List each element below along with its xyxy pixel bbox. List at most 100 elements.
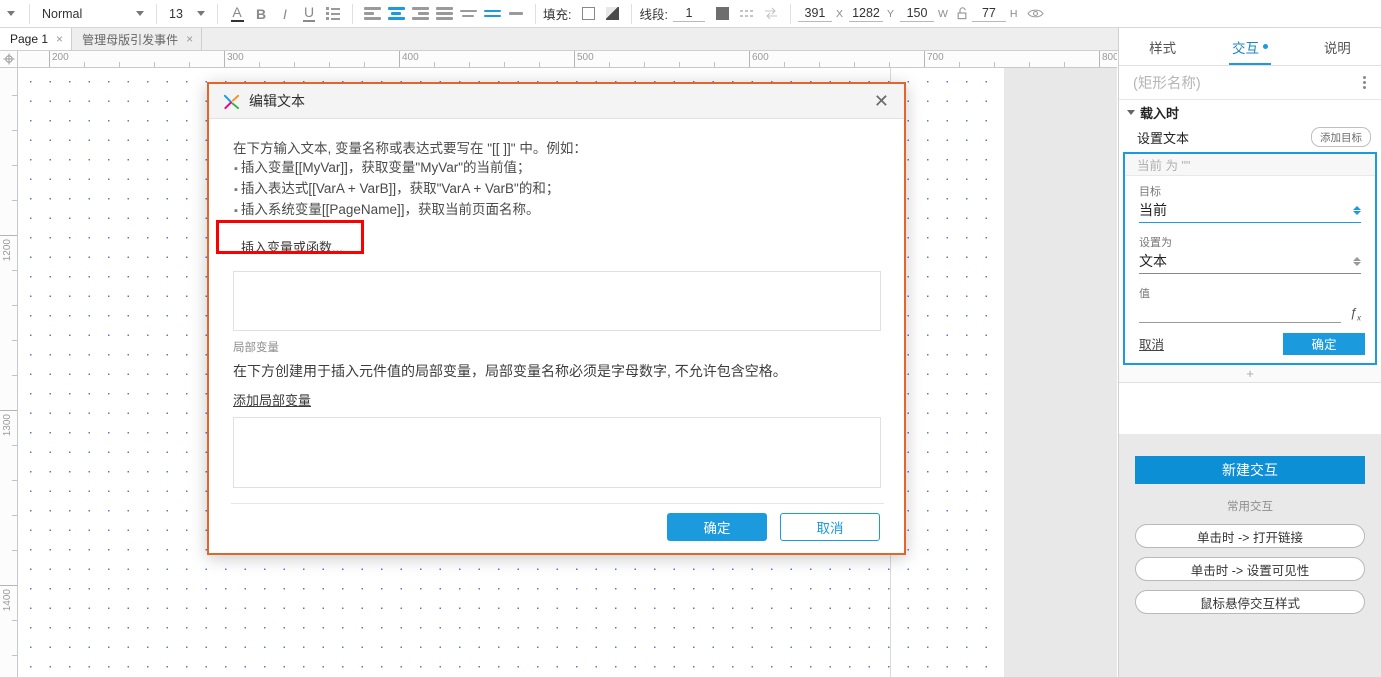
bold-icon[interactable]: B: [249, 3, 273, 25]
set-to-select[interactable]: 文本: [1139, 251, 1361, 274]
fill-gradient-swatch[interactable]: [600, 3, 624, 25]
ruler-minor-tick: [12, 305, 17, 306]
underline-icon[interactable]: U: [297, 3, 321, 25]
valign-top-icon[interactable]: [456, 3, 480, 25]
line-label: 线段:: [639, 8, 668, 22]
y-position-input[interactable]: 1282: [848, 6, 883, 22]
ruler-label: 1200: [2, 239, 13, 262]
element-name-input[interactable]: (矩形名称): [1133, 72, 1360, 93]
horizontal-ruler[interactable]: 200 300 400 500 600 700 800: [18, 51, 1117, 68]
x-position-input[interactable]: 391: [797, 6, 832, 22]
ruler-origin-button[interactable]: [0, 51, 18, 68]
ruler-minor-tick: [12, 95, 17, 96]
target-label: 目标: [1139, 186, 1161, 198]
close-icon[interactable]: ✕: [869, 90, 894, 112]
width-value: 150: [906, 5, 928, 20]
ruler-minor-tick: [714, 62, 715, 67]
insert-variable-link[interactable]: 插入变量或函数...: [241, 237, 343, 256]
action-row-set-text[interactable]: 设置文本 添加目标: [1119, 124, 1381, 150]
align-right-icon[interactable]: [408, 3, 432, 25]
text-input-textarea[interactable]: [233, 271, 881, 331]
divider: [217, 3, 218, 24]
ruler-minor-tick: [1029, 62, 1030, 67]
dialog-body: 在下方输入文本, 变量名称或表达式要写在 "[[ ]]" 中。例如： ▪ 插入变量…: [209, 119, 904, 488]
align-left-icon[interactable]: [360, 3, 384, 25]
right-inspector-panel: 样式 交互 说明 (矩形名称) 载入时 设置文本 添加目标 当前 为 "" 目标…: [1118, 28, 1381, 677]
tab-label: 交互: [1231, 40, 1259, 56]
line-width-input[interactable]: 1: [672, 6, 705, 22]
target-select[interactable]: 当前: [1139, 200, 1361, 223]
close-icon[interactable]: ×: [186, 32, 193, 46]
tab-page-1[interactable]: Page 1 ×: [0, 28, 73, 50]
font-style-value: Normal: [42, 6, 83, 21]
tab-style[interactable]: 样式: [1119, 28, 1206, 65]
local-variable-area[interactable]: [233, 417, 881, 488]
ruler-minor-tick: [12, 620, 17, 621]
italic-icon[interactable]: I: [273, 3, 297, 25]
fx-function-icon[interactable]: ƒx: [1350, 305, 1361, 323]
local-variable-description: 在下方创建用于插入元件值的局部变量，局部变量名称必须是字母数字, 不允许包含空格…: [233, 363, 787, 379]
bullet-text: 插入变量[[MyVar]]，获取变量"MyVar"的当前值；: [240, 160, 531, 175]
font-style-dropdown[interactable]: Normal: [37, 4, 149, 24]
common-interaction-hover-style[interactable]: 鼠标悬停交互样式: [1135, 590, 1365, 614]
kebab-menu-icon[interactable]: [1360, 73, 1369, 92]
set-to-field: 设置为 文本: [1125, 223, 1375, 274]
common-interactions-label: 常用交互: [1227, 501, 1273, 513]
tab-notes[interactable]: 说明: [1294, 28, 1381, 65]
add-action-row[interactable]: +: [1119, 364, 1381, 383]
common-interaction-set-visibility[interactable]: 单击时 -> 设置可见性: [1135, 557, 1365, 581]
lock-glyph: [958, 7, 967, 20]
dialog-cancel-button[interactable]: 取消: [780, 513, 880, 541]
set-to-label: 设置为: [1139, 237, 1172, 249]
add-target-button[interactable]: 添加目标: [1311, 127, 1371, 147]
ruler-major-tick: [1099, 51, 1100, 67]
common-interaction-open-link[interactable]: 单击时 -> 打开链接: [1135, 524, 1365, 548]
close-icon[interactable]: ×: [56, 32, 63, 46]
chevron-down-icon: [1127, 109, 1135, 115]
font-size-dropdown[interactable]: 13: [164, 4, 210, 24]
ruler-minor-tick: [784, 62, 785, 67]
editor-ok-button[interactable]: 确定: [1283, 332, 1365, 355]
arrow-style-icon[interactable]: [759, 3, 783, 25]
lock-icon[interactable]: [954, 3, 972, 25]
align-justify-icon[interactable]: [432, 3, 456, 25]
ruler-minor-tick: [189, 62, 190, 67]
ruler-minor-tick: [12, 165, 17, 166]
ruler-minor-tick: [154, 62, 155, 67]
description-bullet: ▪ 插入变量[[MyVar]]，获取变量"MyVar"的当前值；: [233, 158, 880, 179]
fill-none-swatch[interactable]: [576, 3, 600, 25]
ruler-major-tick: [0, 410, 17, 411]
add-local-variable-link[interactable]: 添加局部变量: [233, 390, 311, 409]
fill-label: 填充:: [543, 8, 572, 22]
dialog-ok-button[interactable]: 确定: [667, 513, 767, 541]
eye-visibility-icon[interactable]: [1024, 3, 1048, 25]
chevron-updown-icon: [1353, 205, 1361, 215]
align-center-icon[interactable]: [384, 3, 408, 25]
height-input[interactable]: 77: [971, 6, 1006, 22]
editor-cancel-link[interactable]: 取消: [1139, 334, 1164, 353]
event-section-header[interactable]: 载入时: [1119, 100, 1381, 124]
ruler-major-tick: [0, 585, 17, 586]
bullet-list-icon[interactable]: [321, 3, 345, 25]
divider: [156, 3, 157, 24]
toolbar-overflow-caret[interactable]: [0, 11, 22, 16]
bullet-text: 插入系统变量[[PageName]]，获取当前页面名称。: [240, 202, 540, 217]
font-color-icon[interactable]: A: [225, 3, 249, 25]
ruler-major-tick: [749, 51, 750, 67]
valign-middle-icon[interactable]: [480, 3, 504, 25]
action-label: 设置文本: [1137, 130, 1190, 146]
arrow-style-glyph: [764, 7, 777, 20]
tab-label: 样式: [1149, 40, 1177, 56]
vertical-ruler[interactable]: 1200 1300 1400: [0, 51, 18, 677]
value-input[interactable]: [1139, 306, 1341, 323]
ruler-label: 600: [752, 52, 769, 63]
valign-bottom-icon[interactable]: [504, 3, 528, 25]
new-interaction-button[interactable]: 新建交互: [1135, 456, 1365, 484]
width-input[interactable]: 150: [900, 6, 934, 22]
tab-interactions[interactable]: 交互: [1206, 28, 1293, 65]
ruler-minor-tick: [644, 62, 645, 67]
tab-master-events[interactable]: 管理母版引发事件 ×: [72, 28, 203, 50]
tab-label: 管理母版引发事件: [82, 32, 179, 47]
line-color-swatch[interactable]: [711, 3, 735, 25]
line-dash-style-icon[interactable]: [735, 3, 759, 25]
